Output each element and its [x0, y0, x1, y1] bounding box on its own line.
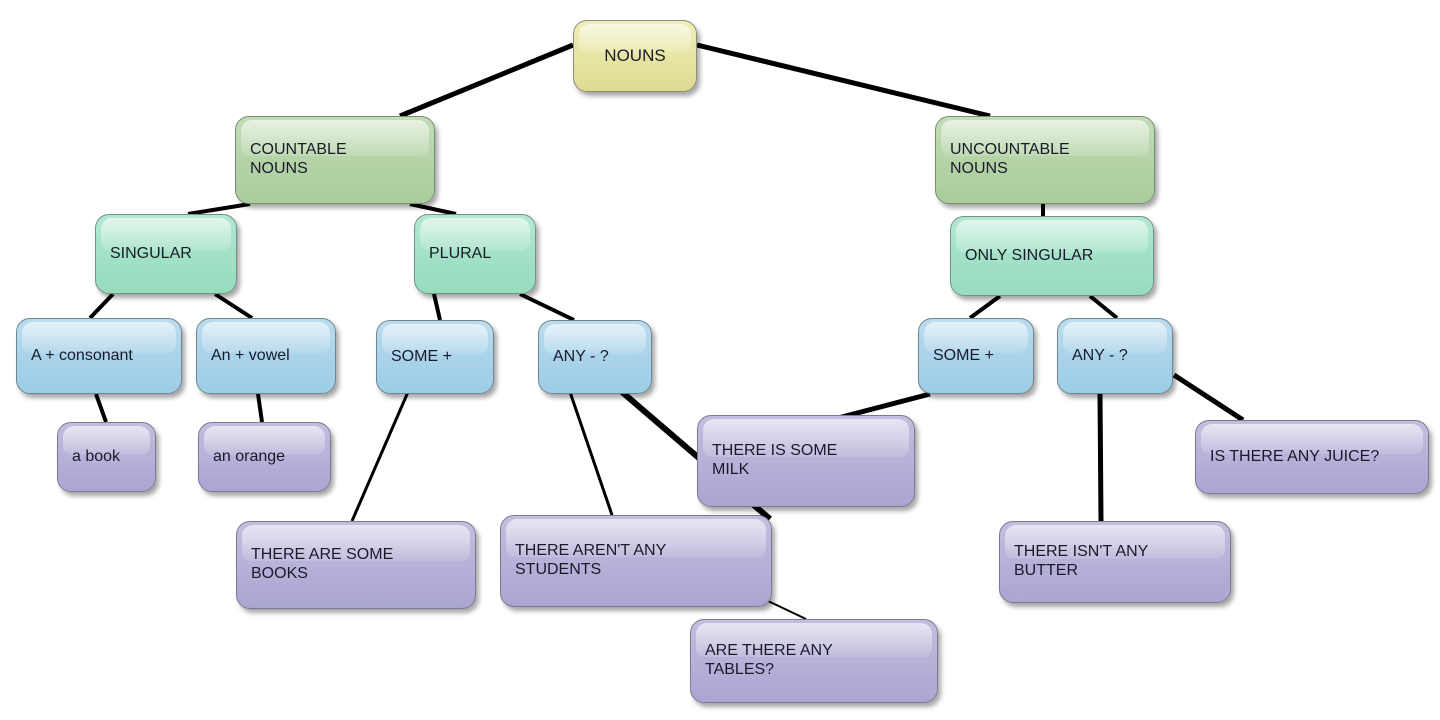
- node-only-singular[interactable]: ONLY SINGULAR: [950, 216, 1154, 296]
- edge-nouns-to-countable: [399, 42, 574, 119]
- node-label-any-uncount: ANY - ?: [1072, 346, 1128, 364]
- node-label-a-consonant: A + consonant: [31, 346, 133, 364]
- edge-plural-to-any-plural: [519, 292, 575, 322]
- node-label-a-book: a book: [72, 447, 121, 465]
- node-singular[interactable]: SINGULAR: [95, 214, 237, 294]
- edge-an-vowel-to-an-orange: [256, 393, 264, 423]
- node-label-some-plural: SOME +: [391, 347, 452, 365]
- node-some-uncount[interactable]: SOME +: [918, 318, 1034, 394]
- node-label-nouns: NOUNS: [604, 45, 666, 65]
- edge-only-singular-to-any-uncount: [1088, 294, 1119, 320]
- edge-plural-to-some-plural: [432, 293, 442, 321]
- node-some-plural[interactable]: SOME +: [376, 320, 494, 394]
- node-label-there-tables: ARE THERE ANY TABLES?: [705, 642, 833, 678]
- node-there-juice[interactable]: IS THERE ANY JUICE?: [1195, 420, 1429, 494]
- edge-nouns-to-uncountable: [696, 42, 991, 119]
- node-label-there-butter: THERE ISN'T ANY BUTTER: [1014, 543, 1149, 579]
- node-label-countable: COUNTABLE NOUNS: [250, 141, 347, 177]
- node-there-books[interactable]: THERE ARE SOME BOOKS: [236, 521, 476, 609]
- node-label-there-juice: IS THERE ANY JUICE?: [1210, 447, 1380, 465]
- node-there-butter[interactable]: THERE ISN'T ANY BUTTER: [999, 521, 1231, 603]
- node-nouns[interactable]: NOUNS: [573, 20, 697, 92]
- node-there-milk[interactable]: THERE IS SOME MILK: [697, 415, 915, 507]
- edge-any-plural-to-there-students: [568, 391, 614, 516]
- node-there-tables[interactable]: ARE THERE ANY TABLES?: [690, 619, 938, 703]
- node-label-any-plural: ANY - ?: [553, 347, 609, 365]
- node-label-only-singular: ONLY SINGULAR: [965, 246, 1094, 264]
- node-label-an-orange: an orange: [213, 447, 286, 465]
- edge-any-uncount-to-there-juice: [1172, 372, 1245, 423]
- node-label-there-students: THERE AREN'T ANY STUDENTS: [515, 542, 667, 578]
- node-label-plural: PLURAL: [429, 244, 492, 262]
- edge-a-consonant-to-a-book: [94, 393, 108, 423]
- node-label-singular: SINGULAR: [110, 244, 192, 262]
- node-any-uncount[interactable]: ANY - ?: [1057, 318, 1173, 394]
- node-label-there-books: THERE ARE SOME BOOKS: [251, 546, 394, 582]
- edge-countable-to-singular: [187, 202, 251, 216]
- edge-there-students-to-there-tables: [767, 600, 807, 620]
- node-label-there-milk: THERE IS SOME MILK: [712, 442, 838, 478]
- node-label-an-vowel: An + vowel: [211, 346, 290, 364]
- edge-singular-to-a-consonant: [88, 292, 115, 320]
- node-there-students[interactable]: THERE AREN'T ANY STUDENTS: [500, 515, 772, 607]
- edge-any-uncount-to-there-butter: [1097, 393, 1104, 522]
- edge-some-plural-to-there-books: [350, 391, 410, 522]
- node-plural[interactable]: PLURAL: [414, 214, 536, 294]
- node-an-orange[interactable]: an orange: [198, 422, 331, 492]
- diagram-canvas: NOUNS COUNTABLE NOUNS UNCOUNTABLE NOUNS SIN…: [0, 0, 1440, 720]
- edge-countable-to-plural: [409, 202, 457, 216]
- edge-only-singular-to-some-uncount: [968, 294, 1002, 320]
- node-a-consonant[interactable]: A + consonant: [16, 318, 182, 394]
- node-a-book[interactable]: a book: [57, 422, 156, 492]
- node-label-uncountable: UNCOUNTABLE NOUNS: [950, 141, 1070, 177]
- edge-singular-to-an-vowel: [213, 292, 254, 320]
- node-any-plural[interactable]: ANY - ?: [538, 320, 652, 394]
- node-countable[interactable]: COUNTABLE NOUNS: [235, 116, 435, 204]
- node-uncountable[interactable]: UNCOUNTABLE NOUNS: [935, 116, 1155, 204]
- node-an-vowel[interactable]: An + vowel: [196, 318, 336, 394]
- node-label-some-uncount: SOME +: [933, 346, 994, 364]
